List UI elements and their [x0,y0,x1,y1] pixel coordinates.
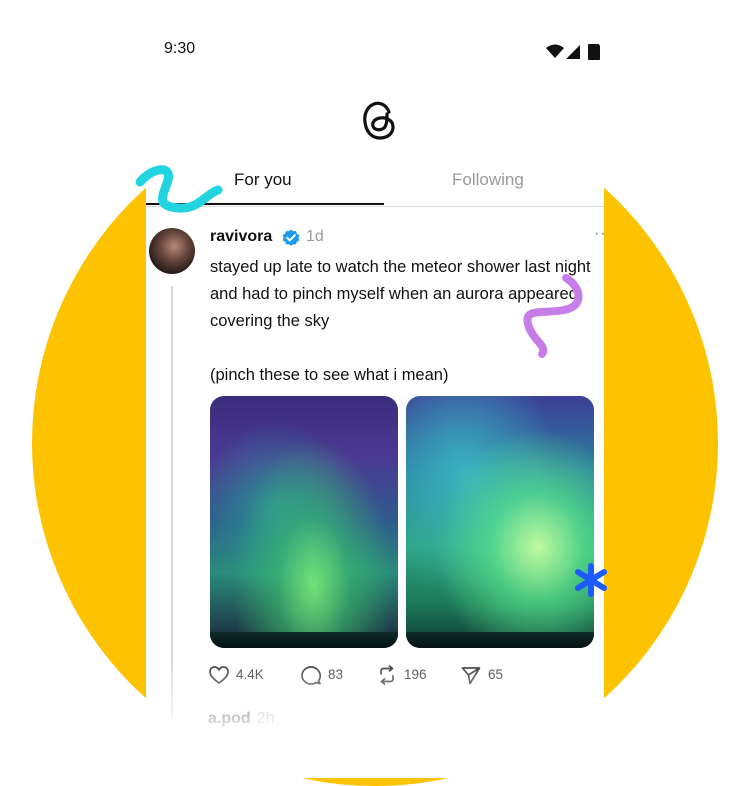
post-username[interactable]: ravivora [210,228,272,246]
horizon [210,632,398,648]
post-actions: 4.4K 83 196 65 [208,664,538,686]
avatar[interactable] [149,228,195,274]
reply-count: 83 [328,667,344,682]
status-bar: 9:30 [146,28,604,74]
share-count: 65 [488,667,504,682]
status-time: 9:30 [164,40,196,57]
tab-for-you[interactable]: For you [234,170,292,190]
thread-line [171,286,173,716]
aurora-image[interactable] [406,396,594,648]
verified-badge-icon [282,229,300,246]
horizon [406,632,594,648]
signal-icon [566,45,580,59]
heart-icon [209,666,229,685]
repost-icon [380,665,394,685]
sparkle-decoration-icon [575,563,607,597]
repost-count: 196 [404,667,427,682]
wifi-icon [546,44,564,58]
tab-following[interactable]: Following [452,170,524,190]
post-image-carousel[interactable] [210,396,594,648]
battery-icon [588,44,600,60]
purple-squiggle-decoration [523,274,583,358]
next-post-username[interactable]: a.pod [208,710,251,727]
cyan-squiggle-decoration [135,165,223,213]
threads-logo-icon[interactable] [359,98,399,142]
aurora-image[interactable] [210,396,398,648]
next-post-header: a.pod 2h [208,710,274,728]
next-post-timestamp: 2h [256,710,275,727]
send-icon [461,667,481,685]
like-count: 4.4K [236,667,264,682]
phone-screen: 9:30 For you Following ravivora 1d ··· s… [146,28,604,778]
comment-icon [301,666,322,685]
post-text-line: (pinch these to see what i mean) [210,366,449,384]
more-options-icon[interactable]: ··· [594,225,604,243]
signal-battery-icons [546,44,600,60]
post-timestamp: 1d [306,228,324,245]
